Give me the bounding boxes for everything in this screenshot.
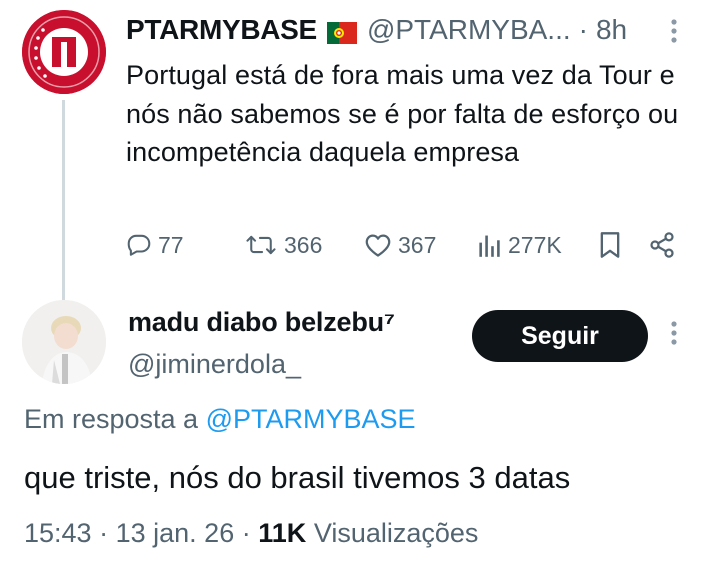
reply-button[interactable]: 77	[126, 228, 184, 262]
bookmark-button[interactable]	[598, 228, 622, 262]
bookmark-icon	[600, 232, 620, 258]
separator-dot: ·	[578, 14, 588, 45]
user-photo-icon	[22, 300, 106, 384]
parent-tweet-header: PTARMYBASE @PTARMYBA... · 8h	[126, 12, 627, 48]
views-label: Visualizações	[313, 518, 479, 548]
tweet-timestamp[interactable]: 15:43	[24, 518, 92, 548]
parent-tweet-text: Portugal está de fora mais uma vez da To…	[126, 60, 679, 167]
replying-to: Em resposta a @PTARMYBASE	[24, 404, 416, 435]
reply-author-handle[interactable]: @jiminerdola_	[128, 349, 301, 380]
thread-line	[62, 100, 65, 300]
analytics-icon	[479, 235, 500, 257]
replying-mention-link[interactable]: @PTARMYBASE	[206, 404, 416, 434]
retweet-icon	[246, 235, 276, 255]
portugal-flag-icon	[326, 19, 357, 44]
heart-icon	[365, 234, 391, 257]
follow-button[interactable]: Seguir	[472, 310, 648, 362]
retweet-button[interactable]: 366	[244, 228, 322, 262]
reply-more-options-icon[interactable]	[668, 320, 680, 350]
avatar-jiminerdola[interactable]	[22, 300, 106, 384]
like-count: 367	[398, 231, 437, 258]
ptarmybase-logo-icon	[22, 10, 106, 94]
views-count: 277K	[508, 231, 562, 258]
reply-icon	[127, 234, 151, 256]
reply-author-name[interactable]: madu diabo belzebu⁷	[128, 307, 395, 338]
tweet-actions: 77 366 367 277K	[126, 228, 696, 262]
tweet-date[interactable]: 13 jan. 26	[116, 518, 235, 548]
tweet-meta: 15:43 · 13 jan. 26 · 11K Visualizações	[24, 518, 478, 549]
avatar-ptarmybase[interactable]	[22, 10, 106, 94]
views-count-bold: 11K	[258, 518, 307, 548]
meta-separator: ·	[99, 518, 109, 548]
tweet-time[interactable]: 8h	[596, 14, 627, 46]
views-button[interactable]: 277K	[478, 228, 562, 262]
reply-tweet-text: que triste, nós do brasil tivemos 3 data…	[24, 460, 571, 495]
like-button[interactable]: 367	[364, 228, 436, 262]
retweet-count: 366	[284, 231, 323, 258]
replying-prefix: Em resposta a	[24, 404, 199, 434]
share-button[interactable]	[648, 228, 676, 262]
more-options-icon[interactable]	[668, 18, 680, 48]
meta-separator: ·	[241, 518, 251, 548]
author-handle[interactable]: @PTARMYBA...	[367, 14, 571, 46]
share-icon	[650, 232, 674, 258]
reply-count: 77	[158, 231, 184, 258]
author-name[interactable]: PTARMYBASE	[126, 14, 317, 46]
